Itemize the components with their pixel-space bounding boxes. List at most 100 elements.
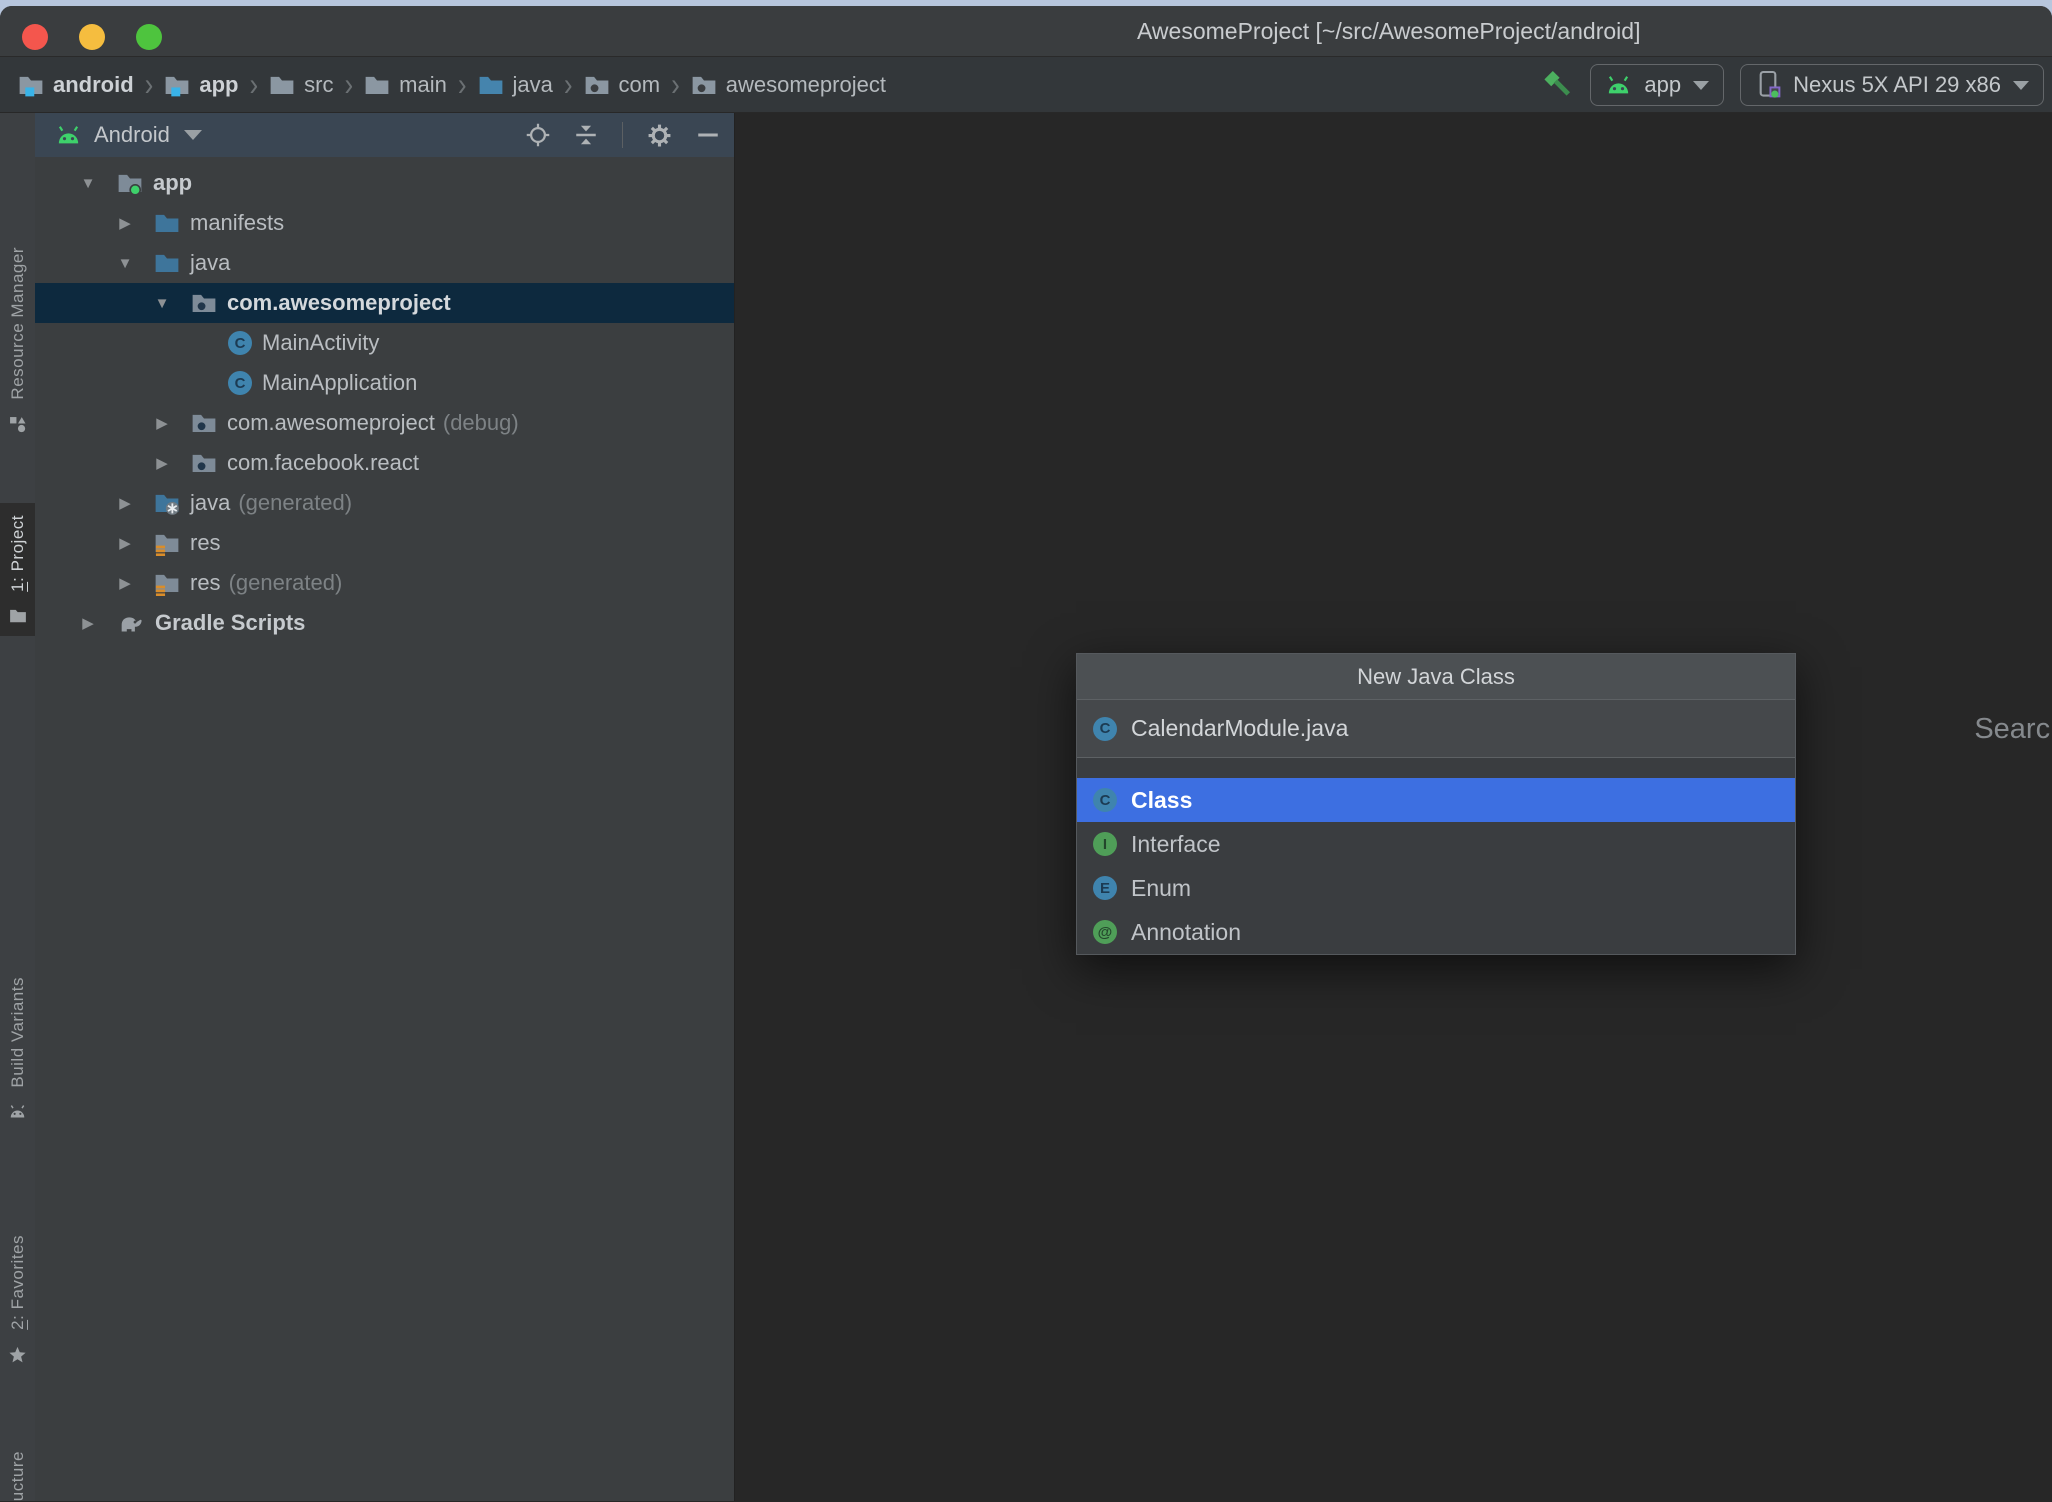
folder-icon xyxy=(269,72,295,98)
kind-list: C Class I Interface E Enum @ Annotation xyxy=(1077,778,1795,954)
annotation-kind-icon: @ xyxy=(1093,920,1117,944)
tree-item-mainactivity[interactable]: C MainActivity xyxy=(35,323,734,363)
expand-arrow-icon[interactable]: ▶ xyxy=(110,534,140,552)
tree-item-res[interactable]: ▶ res xyxy=(35,523,734,563)
expand-arrow-icon[interactable]: ▶ xyxy=(73,614,103,632)
tree-item-label: MainActivity xyxy=(262,330,380,355)
expand-arrow-icon[interactable]: ▼ xyxy=(147,295,177,312)
package-icon xyxy=(691,72,717,98)
run-configuration-label: app xyxy=(1644,72,1682,97)
tool-window-button-7-structure[interactable]: 7: Structure xyxy=(0,1439,35,1502)
folder-res-icon xyxy=(154,530,180,556)
tree-item-label: java xyxy=(190,250,231,275)
project-view-header: Android xyxy=(35,113,734,157)
kind-option-class[interactable]: C Class xyxy=(1077,778,1795,822)
breadcrumb-separator-icon: › xyxy=(344,65,354,103)
breadcrumb-separator-icon: › xyxy=(671,65,680,103)
kind-option-enum[interactable]: E Enum xyxy=(1077,866,1795,910)
folder-generated-icon xyxy=(154,490,180,516)
expand-arrow-icon[interactable]: ▶ xyxy=(110,214,140,232)
tool-window-button-resource-manager[interactable]: Resource Manager xyxy=(0,235,35,445)
breadcrumb-item-awesomeproject[interactable]: awesomeproject xyxy=(691,72,886,98)
breadcrumb-item-java[interactable]: java xyxy=(478,72,553,98)
tool-window-label: 7: Structure xyxy=(7,1451,27,1502)
android-robot-icon xyxy=(55,125,82,145)
gradle-icon xyxy=(117,610,145,636)
run-configuration-select[interactable]: app xyxy=(1590,64,1725,106)
module-folder-icon xyxy=(18,72,44,98)
breadcrumb-item-android[interactable]: android xyxy=(18,72,134,98)
search-everywhere-hint: Search EverywhereDouble ⇧ xyxy=(1974,713,2052,745)
kind-option-interface[interactable]: I Interface xyxy=(1077,822,1795,866)
class-kind-icon: C xyxy=(1093,788,1117,812)
tool-window-label: 1: Project xyxy=(7,515,27,592)
tree-item-gradle-scripts[interactable]: ▶ Gradle Scripts xyxy=(35,603,734,643)
breadcrumb-separator-icon: › xyxy=(144,65,154,103)
package-icon xyxy=(584,72,610,98)
navigation-bar: android › app › src › main › java › com › awes… xyxy=(0,57,2052,113)
project-view-selector[interactable]: Android xyxy=(94,122,170,148)
divider xyxy=(1077,758,1795,778)
tree-item-manifests[interactable]: ▶ manifests xyxy=(35,203,734,243)
tree-item-mainapplication[interactable]: C MainApplication xyxy=(35,363,734,403)
project-tree: ▼ app ▶ manifests ▼ java ▼ com.awesomeproje… xyxy=(35,157,734,643)
tree-item-suffix: (debug) xyxy=(442,410,519,435)
folder-icon xyxy=(364,72,390,98)
hide-panel-icon[interactable] xyxy=(696,123,720,147)
locate-file-icon[interactable] xyxy=(526,123,550,147)
tree-item-res[interactable]: ▶ res (generated) xyxy=(35,563,734,603)
class-name-input[interactable]: C CalendarModule.java xyxy=(1077,700,1795,758)
zoom-window-button[interactable] xyxy=(136,24,162,50)
tool-window-button-1-project[interactable]: 1: Project xyxy=(0,503,35,636)
kind-option-label: Class xyxy=(1131,786,1193,813)
tree-item-com-awesomeproject[interactable]: ▶ com.awesomeproject (debug) xyxy=(35,403,734,443)
new-java-class-popup: New Java Class C CalendarModule.java C Cl… xyxy=(1076,653,1796,955)
breadcrumb-item-com[interactable]: com xyxy=(584,72,660,98)
kind-option-label: Annotation xyxy=(1131,918,1241,945)
breadcrumb-item-src[interactable]: src xyxy=(269,72,333,98)
tree-item-java[interactable]: ▼ java xyxy=(35,243,734,283)
tree-item-com-facebook-react[interactable]: ▶ com.facebook.react xyxy=(35,443,734,483)
close-window-button[interactable] xyxy=(22,24,48,50)
chevron-down-icon[interactable] xyxy=(183,130,202,140)
kind-option-annotation[interactable]: @ Annotation xyxy=(1077,910,1795,954)
class-kind-icon: C xyxy=(228,331,252,355)
settings-gear-icon[interactable] xyxy=(647,123,672,148)
tree-item-label: com.facebook.react xyxy=(227,450,419,475)
kind-option-label: Interface xyxy=(1131,830,1221,857)
tree-item-label: app xyxy=(153,170,193,195)
project-folder-icon xyxy=(9,608,27,624)
breadcrumb-separator-icon: › xyxy=(457,65,467,103)
tool-window-button-build-variants[interactable]: Build Variants xyxy=(0,965,35,1131)
project-tool-window: Android ▼ app ▶ manifests ▼ java ▼ com.awes… xyxy=(35,113,735,1501)
collapse-all-icon[interactable] xyxy=(574,123,598,147)
tree-item-label: res xyxy=(190,570,221,595)
package-icon xyxy=(191,290,217,316)
class-kind-icon: C xyxy=(1093,716,1117,741)
tree-item-app[interactable]: ▼ app xyxy=(35,163,734,203)
expand-arrow-icon[interactable]: ▶ xyxy=(147,454,177,472)
star-icon xyxy=(8,1346,27,1364)
chevron-down-icon xyxy=(2013,80,2029,90)
folder-blue-icon xyxy=(154,250,180,276)
kind-option-label: Enum xyxy=(1131,874,1192,901)
tree-item-suffix: (generated) xyxy=(238,490,353,515)
minimize-window-button[interactable] xyxy=(79,24,105,50)
tree-item-com-awesomeproject[interactable]: ▼ com.awesomeproject xyxy=(35,283,734,323)
breadcrumb-item-app[interactable]: app xyxy=(164,72,238,98)
breadcrumb-item-main[interactable]: main xyxy=(364,72,447,98)
build-hammer-icon[interactable] xyxy=(1540,67,1574,103)
window-title: AwesomeProject [~/src/AwesomeProject/and… xyxy=(1137,18,1641,44)
expand-arrow-icon[interactable]: ▼ xyxy=(110,255,140,272)
expand-arrow-icon[interactable]: ▶ xyxy=(110,494,140,512)
tool-window-button-2-favorites[interactable]: 2: Favorites xyxy=(0,1223,35,1376)
expand-arrow-icon[interactable]: ▶ xyxy=(147,414,177,432)
expand-arrow-icon[interactable]: ▶ xyxy=(110,574,140,592)
tree-item-java[interactable]: ▶ java (generated) xyxy=(35,483,734,523)
package-icon xyxy=(191,450,217,476)
expand-arrow-icon[interactable]: ▼ xyxy=(73,175,103,192)
chevron-down-icon xyxy=(1693,80,1710,90)
android-app-icon xyxy=(1605,75,1632,95)
tree-item-label: com.awesomeproject xyxy=(227,410,435,435)
device-select[interactable]: Nexus 5X API 29 x86 xyxy=(1740,64,2044,106)
